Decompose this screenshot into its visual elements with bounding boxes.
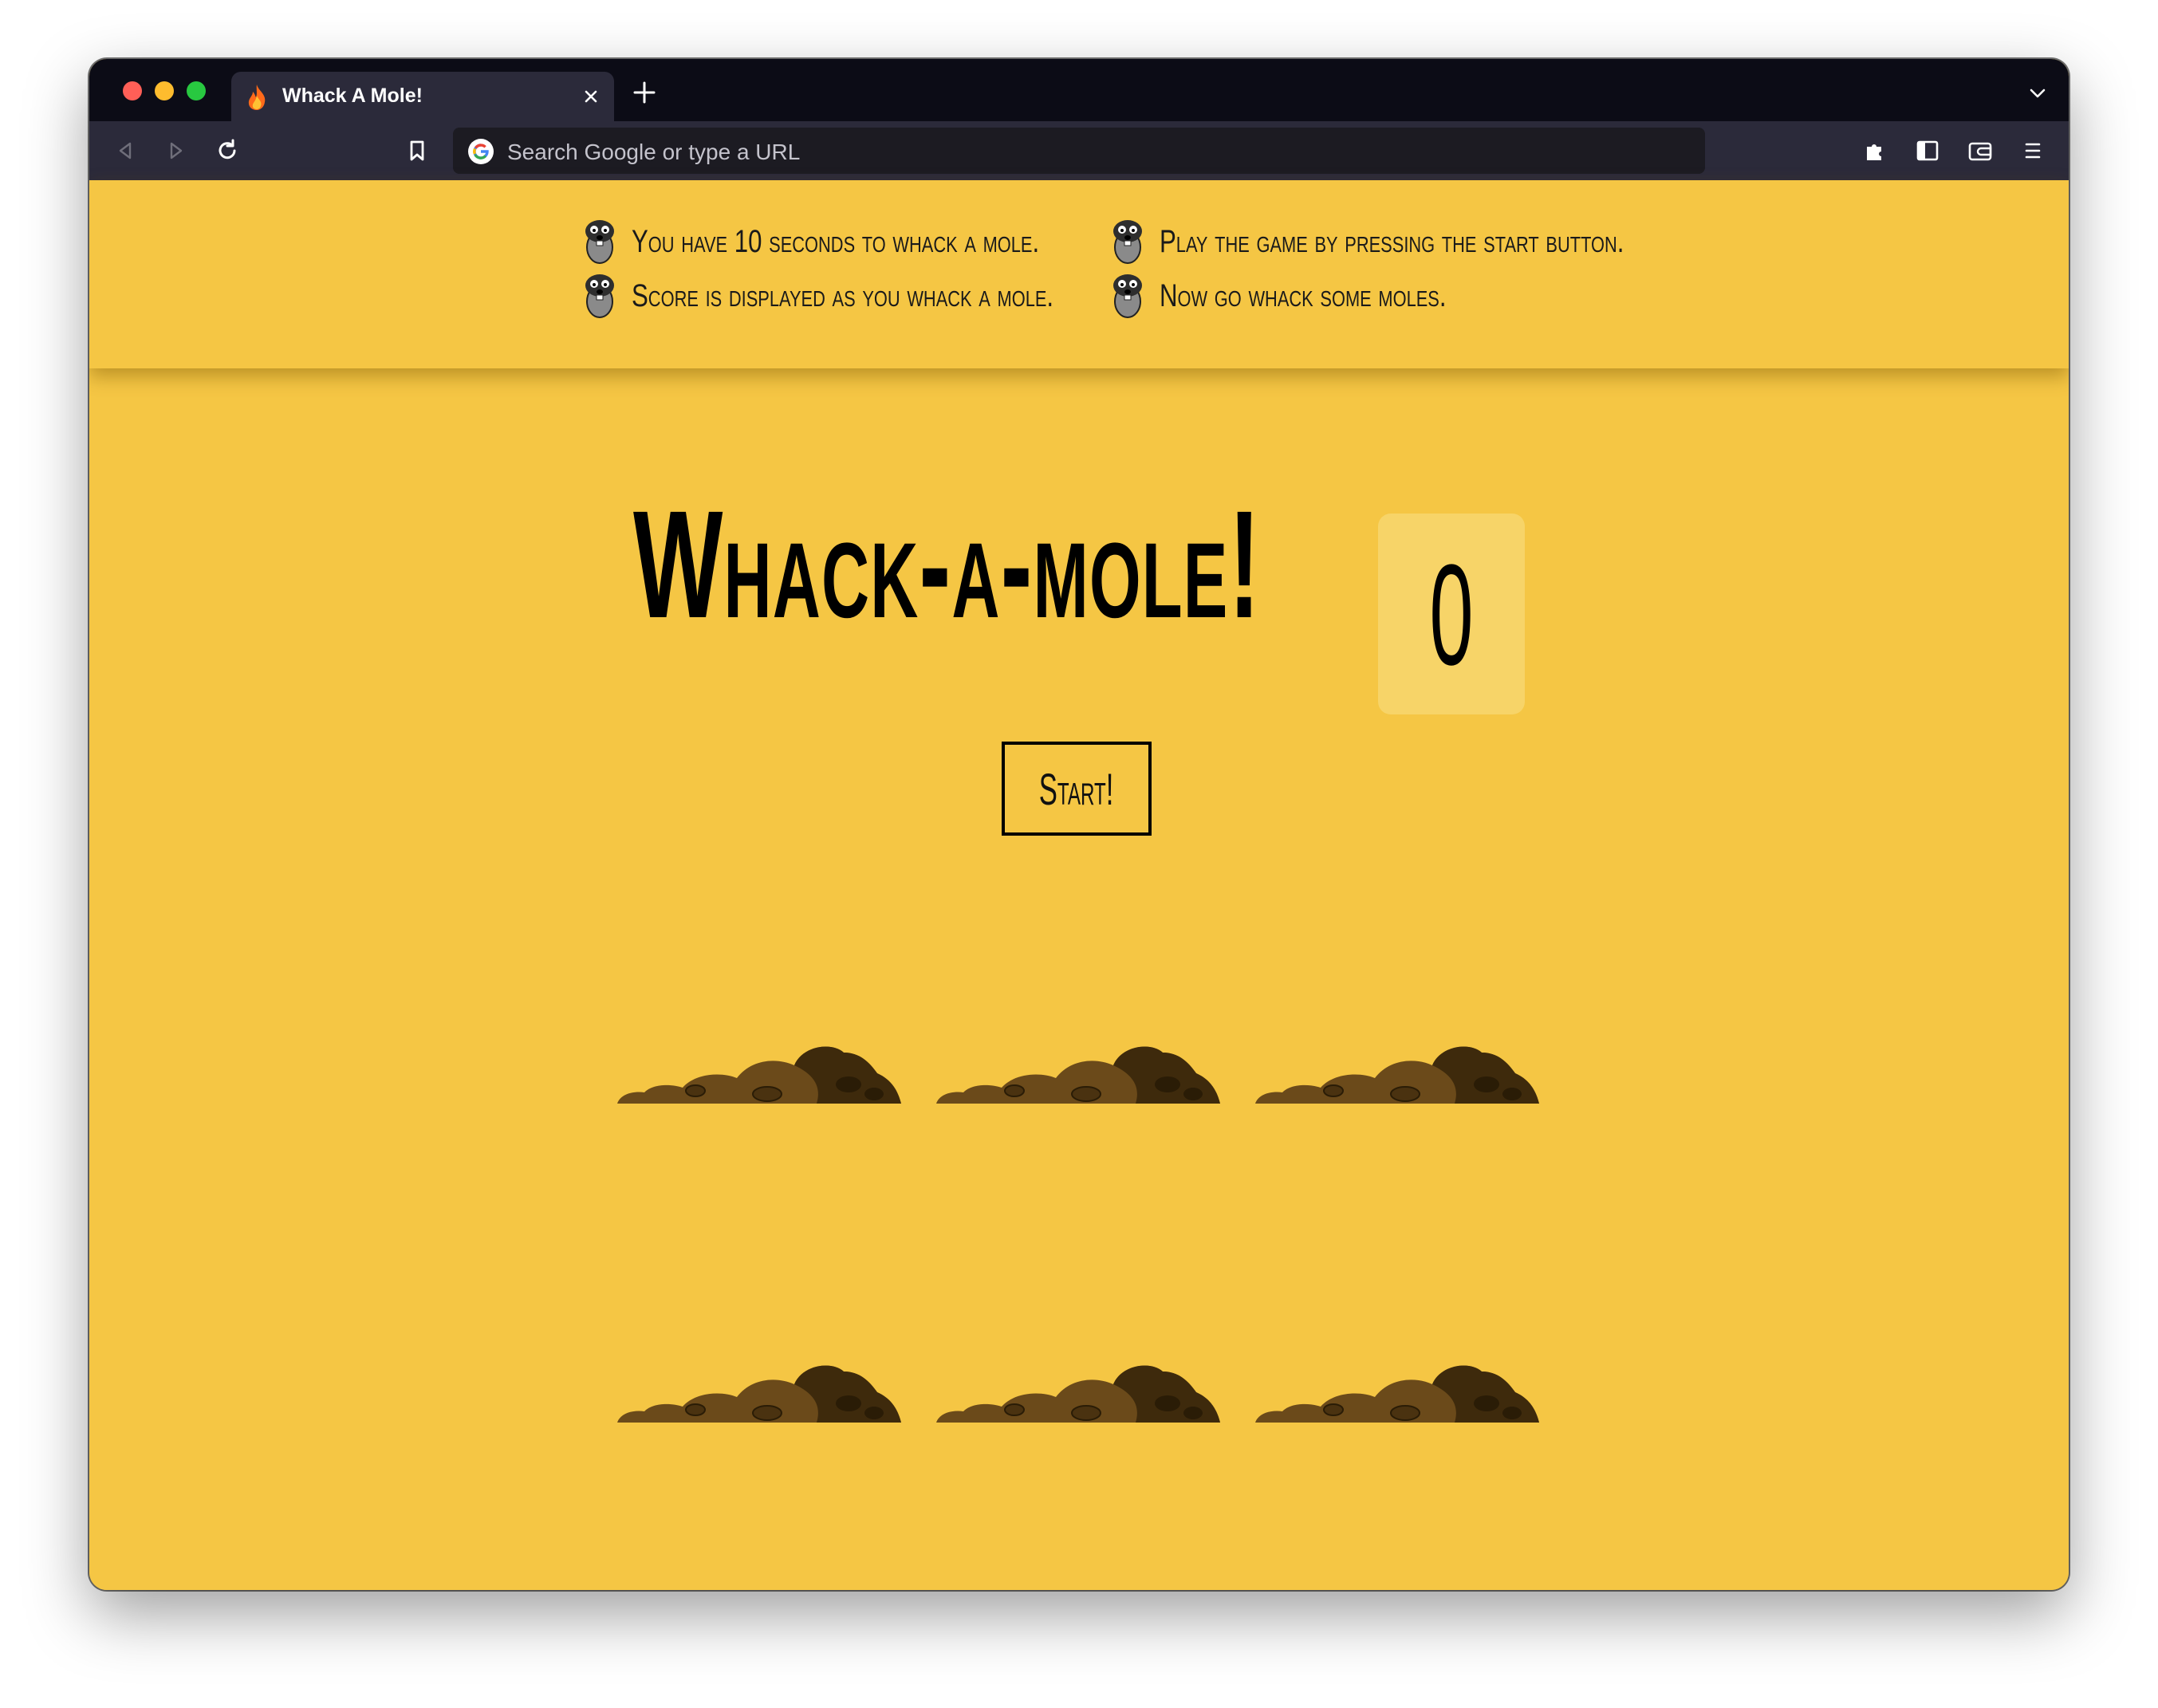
bookmark-icon[interactable] <box>402 136 432 166</box>
mole-hole[interactable] <box>617 1035 901 1104</box>
zoom-window-button[interactable] <box>187 81 206 100</box>
extensions-icon[interactable] <box>1860 136 1890 166</box>
plus-icon[interactable] <box>630 78 659 107</box>
mole-icon <box>585 220 614 264</box>
mole-hole[interactable] <box>1255 1354 1539 1423</box>
close-window-button[interactable] <box>123 81 142 100</box>
mole-icon <box>1113 220 1142 264</box>
flame-favicon-icon <box>248 85 266 110</box>
score-value: 0 <box>1429 535 1474 695</box>
sidebar-icon[interactable] <box>1912 136 1943 166</box>
rule-item: Play the game by pressing the start butt… <box>1110 218 1755 265</box>
rule-item: Now go whack some moles. <box>1110 273 1527 319</box>
minimize-window-button[interactable] <box>155 81 174 100</box>
mole-hole[interactable] <box>936 1035 1220 1104</box>
mole-hole[interactable] <box>936 1354 1220 1423</box>
close-icon[interactable] <box>579 85 603 108</box>
tab-title: Whack A Mole! <box>282 85 423 107</box>
forward-icon[interactable] <box>161 136 191 166</box>
tab-strip: Whack A Mole! <box>89 59 2069 121</box>
rule-item: Score is displayed as you whack a mole. <box>582 273 1172 319</box>
mole-icon <box>1113 274 1142 318</box>
url-bar[interactable]: Search Google or type a URL <box>453 128 1705 174</box>
chevron-down-icon[interactable] <box>2027 83 2048 104</box>
reload-icon[interactable] <box>212 136 242 166</box>
start-button[interactable]: Start! <box>1002 742 1152 836</box>
rule-text: Play the game by pressing the start butt… <box>1160 223 1624 259</box>
rule-text: You have 10 seconds to whack a mole. <box>632 223 1040 259</box>
navigation-toolbar: Search Google or type a URL <box>89 121 2069 180</box>
rule-text: Score is displayed as you whack a mole. <box>632 277 1054 313</box>
rule-item: You have 10 seconds to whack a mole. <box>582 218 1154 265</box>
url-placeholder: Search Google or type a URL <box>507 140 801 164</box>
back-icon[interactable] <box>110 136 140 166</box>
mole-hole[interactable] <box>1255 1035 1539 1104</box>
game-title: Whack-a-mole! <box>633 478 1262 650</box>
google-icon <box>468 139 494 164</box>
game-area: Whack-a-mole! 0 Start! <box>89 180 2069 1590</box>
wallet-icon[interactable] <box>1965 136 1995 166</box>
browser-window: Whack A Mole! Search Google or type a UR… <box>89 59 2069 1590</box>
rule-text: Now go whack some moles. <box>1160 277 1447 313</box>
score-box: 0 <box>1378 514 1525 714</box>
tab-whack-a-mole[interactable]: Whack A Mole! <box>231 72 614 121</box>
mole-hole[interactable] <box>617 1354 901 1423</box>
rules-bar: You have 10 seconds to whack a mole. Sco… <box>89 180 2069 368</box>
mole-icon <box>585 274 614 318</box>
start-button-label: Start! <box>1039 763 1114 814</box>
menu-icon[interactable] <box>2018 136 2048 166</box>
game-page: You have 10 seconds to whack a mole. Sco… <box>89 180 2069 1590</box>
